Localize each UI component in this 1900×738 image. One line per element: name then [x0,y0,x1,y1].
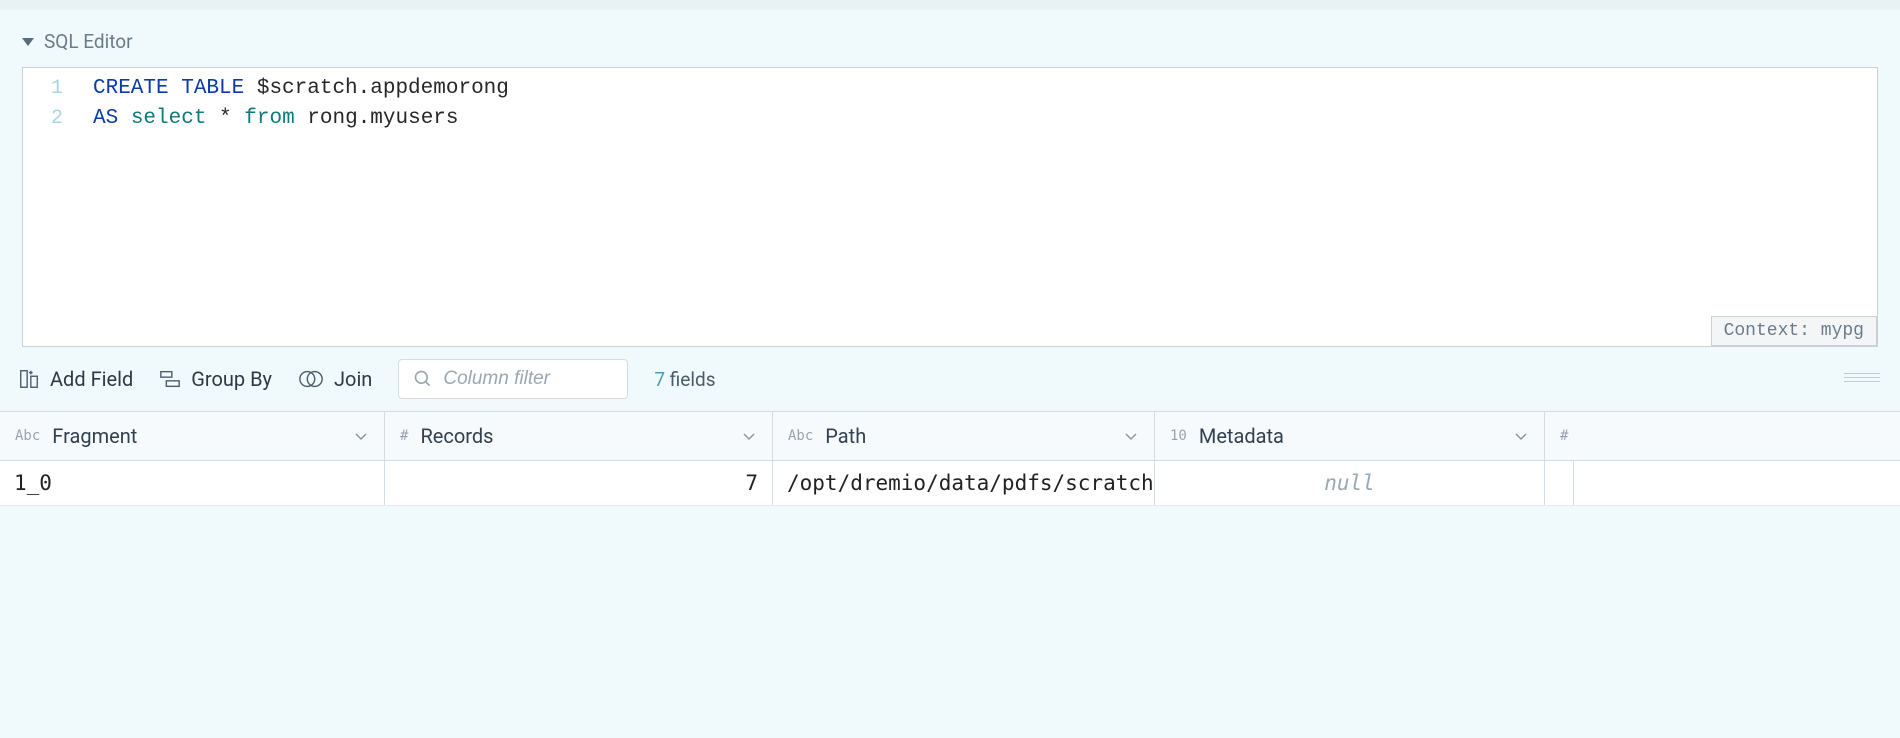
sql-editor-title: SQL Editor [44,30,133,53]
code-line[interactable]: AS select * from rong.myusers [93,104,1877,134]
code-line[interactable]: CREATE TABLE $scratch.appdemorong [93,74,1877,104]
chevron-down-icon[interactable] [353,428,369,444]
number-type-icon: # [1560,428,1568,444]
results-grid: Abc Fragment # Records Abc Path 10 Metad… [0,411,1900,506]
resize-handle[interactable] [1842,373,1882,385]
line-number: 1 [23,74,63,104]
add-field-icon [18,368,40,390]
column-filter-input[interactable] [443,368,613,390]
results-toolbar: Add Field Group By Join 7 fields [0,347,1900,411]
abc-type-icon: Abc [15,428,40,444]
binary-type-icon: 10 [1170,428,1187,444]
sql-editor-section: SQL Editor 1 2 CREATE TABLE $scratch.app… [0,10,1900,347]
code-editor[interactable]: 1 2 CREATE TABLE $scratch.appdemorong AS… [22,67,1878,347]
code-body[interactable]: CREATE TABLE $scratch.appdemorong AS sel… [93,74,1877,134]
grid-header-row: Abc Fragment # Records Abc Path 10 Metad… [0,412,1900,461]
column-label: Path [825,424,866,448]
collapse-arrow-icon [22,38,34,46]
column-header-extra[interactable]: # [1545,412,1575,460]
column-header-metadata[interactable]: 10 Metadata [1155,412,1545,460]
column-label: Fragment [52,424,137,448]
add-field-button[interactable]: Add Field [18,367,133,391]
column-header-records[interactable]: # Records [385,412,773,460]
table-row[interactable]: 1_0 7 /opt/dremio/data/pdfs/scratch/ap n… [0,461,1900,506]
column-label: Metadata [1199,424,1284,448]
group-by-icon [159,368,181,390]
line-number-gutter: 1 2 [23,68,78,134]
chevron-down-icon[interactable] [741,428,757,444]
group-by-label: Group By [191,367,272,391]
group-by-button[interactable]: Group By [159,367,272,391]
sql-editor-toggle[interactable]: SQL Editor [22,30,1878,53]
number-type-icon: # [400,428,408,444]
context-badge[interactable]: Context: mypg [1711,316,1877,346]
chevron-down-icon[interactable] [1123,428,1139,444]
chevron-down-icon[interactable] [1513,428,1529,444]
tab-bar [0,0,1900,10]
column-label: Records [420,424,493,448]
join-button[interactable]: Join [298,367,372,391]
column-filter-wrapper[interactable] [398,359,628,399]
join-label: Join [334,367,372,391]
join-icon [298,368,324,390]
add-field-label: Add Field [50,367,133,391]
cell-records: 7 [385,461,773,505]
abc-type-icon: Abc [788,428,813,444]
cell-metadata: null [1155,461,1545,505]
cell-path: /opt/dremio/data/pdfs/scratch/ap [773,461,1155,505]
search-icon [413,369,433,389]
cell-fragment: 1_0 [0,461,385,505]
line-number: 2 [23,104,63,134]
fields-count: 7 fields [654,368,715,391]
cell-extra [1545,461,1574,505]
column-header-path[interactable]: Abc Path [773,412,1155,460]
column-header-fragment[interactable]: Abc Fragment [0,412,385,460]
